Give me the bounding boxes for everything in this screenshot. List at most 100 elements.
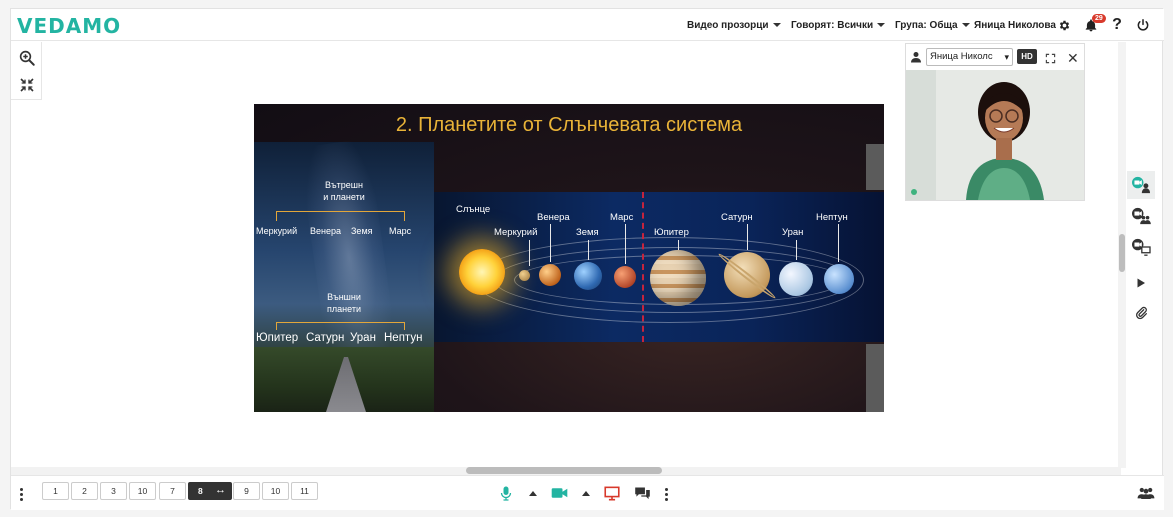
zoom-tools (11, 42, 42, 100)
group-menu[interactable]: Група: Обща (895, 9, 970, 41)
video-windows-label: Видео прозорци (687, 19, 769, 31)
video-header: Яница Николс ▾ HD ✕ (906, 44, 1084, 70)
camera-group-icon[interactable] (1127, 202, 1155, 230)
user-name-label: Яница Николова (974, 19, 1056, 31)
pointer-line (838, 224, 839, 262)
participants-icon[interactable] (1137, 484, 1155, 502)
mars-label: Марс (610, 212, 634, 223)
neptune-label: Нептун (816, 212, 848, 223)
help-icon[interactable]: ? (1106, 9, 1128, 41)
mic-options-caret-icon[interactable] (524, 484, 542, 502)
microphone-icon[interactable] (497, 484, 515, 502)
chevron-down-icon: ▾ (1004, 52, 1009, 62)
page-button-2[interactable]: 2 (71, 482, 98, 500)
inner-planet-label: Венера (310, 226, 341, 236)
pointer-line (588, 240, 589, 260)
earth-label: Земя (576, 227, 599, 238)
close-icon[interactable]: ✕ (1067, 50, 1079, 67)
page-button-10b[interactable]: 10 (262, 482, 289, 500)
top-bar: VEDAMO Видео прозорци Говорят: Всички Гр… (11, 9, 1164, 41)
power-icon[interactable] (1132, 9, 1154, 41)
chat-icon[interactable] (633, 484, 651, 502)
pointer-line (747, 224, 748, 250)
mercury-label: Меркурий (494, 227, 538, 238)
outer-planet-label: Юпитер (256, 332, 299, 344)
neptune-image (824, 264, 854, 294)
slide-decoration (866, 144, 884, 190)
group-label: Група: Обща (895, 19, 958, 31)
more-actions-icon[interactable] (665, 488, 669, 503)
camera-screen-icon[interactable] (1127, 233, 1155, 261)
mars-image (614, 266, 636, 288)
screen-share-icon[interactable] (603, 484, 621, 502)
more-options-icon[interactable] (20, 488, 24, 503)
participant-avatar-image (906, 70, 1084, 200)
camera-icon[interactable] (550, 484, 568, 502)
presentation-slide[interactable]: 2. Планетите от Слънчевата система Вътре… (254, 104, 884, 412)
mercury-image (519, 270, 530, 281)
jupiter-label: Юпитер (654, 227, 689, 238)
solar-system-diagram: Слънце Меркурий Венера Земя Марс Юпитер … (434, 192, 884, 342)
horizontal-scrollbar[interactable] (466, 467, 662, 474)
inner-planets-heading-2: и планети (323, 192, 365, 202)
zoom-in-icon[interactable] (17, 48, 37, 68)
outer-planets-heading-1: Външни (327, 292, 361, 302)
pointer-line (678, 240, 679, 250)
speaking-label: Говорят: Всички (791, 19, 874, 31)
participant-video-feed (906, 70, 1084, 200)
vertical-scrollbar[interactable] (1119, 234, 1125, 272)
caret-down-icon (961, 23, 970, 27)
hd-button[interactable]: HD (1017, 49, 1037, 64)
participant-select[interactable]: Яница Николс ▾ (926, 48, 1013, 66)
caret-down-icon (877, 23, 886, 27)
asteroid-belt-line (642, 192, 644, 342)
pointer-line (550, 224, 551, 262)
venus-image (539, 264, 561, 286)
pointer-line (529, 240, 530, 266)
tree-line (404, 322, 405, 330)
inner-planets-heading-1: Вътрешн (325, 180, 363, 190)
sun-image (459, 249, 505, 295)
page-button-3[interactable]: 3 (100, 482, 127, 500)
pointer-line (796, 240, 797, 260)
outer-planets-heading-2: планети (327, 304, 361, 314)
page-button-11[interactable]: 11 (291, 482, 318, 500)
tree-line (276, 322, 277, 330)
outer-planet-label: Уран (350, 332, 376, 344)
video-windows-menu[interactable]: Видео прозорци (687, 9, 781, 41)
tree-line (404, 211, 405, 221)
caret-down-icon (772, 23, 781, 27)
camera-user-toggle-icon[interactable] (1127, 171, 1155, 199)
pointer-line (625, 224, 626, 264)
slide-decoration (866, 344, 884, 412)
page-button-1[interactable]: 1 (42, 482, 69, 500)
inner-planet-label: Марс (389, 226, 412, 236)
fullscreen-icon[interactable] (1045, 51, 1056, 69)
attachment-icon[interactable] (1127, 299, 1155, 327)
page-button-9[interactable]: 9 (233, 482, 260, 500)
active-page-label: 8 (198, 486, 203, 496)
notifications-bell-icon[interactable]: 29 (1080, 9, 1106, 41)
bottom-toolbar: 1 2 3 10 7 8 ↔ 9 10 11 (11, 475, 1164, 510)
venus-label: Венера (537, 212, 570, 223)
speaking-menu[interactable]: Говорят: Всички (791, 9, 886, 41)
fit-screen-icon[interactable] (17, 75, 37, 95)
swap-arrows-icon[interactable]: ↔ (215, 484, 226, 496)
participant-video-window[interactable]: Яница Николс ▾ HD ✕ (905, 43, 1085, 201)
tree-line (276, 211, 404, 212)
page-button-7[interactable]: 7 (159, 482, 186, 500)
vedamo-logo: VEDAMO (17, 14, 122, 38)
planets-classification-panel: Вътрешн и планети Меркурий Венера Земя М… (254, 138, 434, 412)
page-button-10[interactable]: 10 (129, 482, 156, 500)
play-icon[interactable] (1127, 269, 1155, 297)
camera-options-caret-icon[interactable] (577, 484, 595, 502)
user-name[interactable]: Яница Николова (974, 9, 1056, 41)
outer-planet-label: Нептун (384, 332, 423, 344)
outer-planet-label: Сатурн (306, 332, 345, 344)
tree-line (276, 322, 404, 323)
slide-title: 2. Планетите от Слънчевата система (395, 114, 743, 136)
jupiter-image (650, 250, 706, 306)
settings-gear-icon[interactable] (1053, 9, 1075, 41)
page-button-8-active[interactable]: 8 ↔ (188, 482, 232, 500)
tree-line (276, 211, 277, 221)
